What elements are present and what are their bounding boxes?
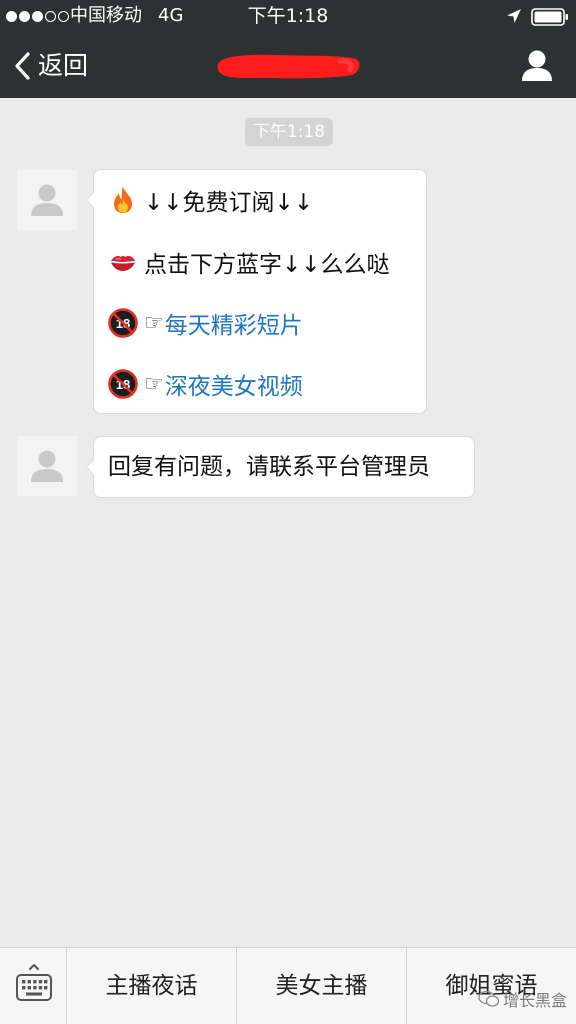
menu-item-beauty-anchor[interactable]: 美女主播	[236, 948, 406, 1024]
pointing-hand-icon: ☞	[144, 371, 164, 397]
message-bubble[interactable]: 回复有问题，请联系平台管理员	[86, 436, 475, 498]
keyboard-icon	[16, 964, 52, 1001]
profile-icon[interactable]	[519, 48, 555, 84]
message-timestamp: 下午1:18	[245, 118, 333, 146]
avatar[interactable]	[17, 170, 77, 230]
menu-item-anchor-night-talk[interactable]: 主播夜话	[66, 948, 236, 1024]
location-arrow-icon	[507, 9, 521, 23]
chevron-left-icon	[15, 52, 30, 80]
no-under-18-icon: 18	[108, 369, 138, 399]
wechat-icon	[478, 990, 500, 1007]
keyboard-toggle-button[interactable]	[0, 948, 66, 1024]
watermark: 增长黑盒	[478, 983, 567, 1015]
status-time: 下午1:18	[247, 5, 329, 27]
message-line: ↓↓免费订阅↓↓	[108, 182, 313, 218]
message-line: 点击下方蓝字↓↓么么哒	[108, 244, 390, 280]
avatar[interactable]	[17, 436, 77, 496]
no-under-18-icon: 18	[108, 308, 138, 338]
battery-icon	[531, 8, 568, 26]
link-daily-clips[interactable]: 每天精彩短片	[165, 306, 303, 340]
bubble-tail	[86, 459, 94, 475]
back-label: 返回	[38, 51, 89, 80]
redaction-mark	[217, 54, 360, 79]
watermark-text: 增长黑盒	[503, 991, 568, 1010]
default-avatar-icon	[31, 184, 63, 216]
message-line: 18 ☞ 深夜美女视频	[108, 366, 303, 402]
message-line: 18 ☞ 每天精彩短片	[108, 305, 303, 341]
message-text: 回复有问题，请联系平台管理员	[108, 454, 430, 480]
pointing-hand-icon: ☞	[144, 310, 164, 336]
kiss-mark-icon	[111, 256, 135, 271]
default-avatar-icon	[31, 450, 63, 482]
message-line-text: 点击下方蓝字↓↓么么哒	[144, 252, 390, 278]
bubble-tail	[86, 192, 94, 208]
message-line-text: ↓↓免费订阅↓↓	[144, 190, 314, 216]
fire-icon	[114, 187, 132, 213]
message-bubble[interactable]: ↓↓免费订阅↓↓ 点击下方蓝字↓↓么么哒 18 ☞ 每天精彩短片 18 ☞ 深夜…	[86, 169, 427, 414]
back-button[interactable]: 返回	[12, 48, 88, 84]
status-bar: 中国移动 4G 下午1:18	[0, 0, 576, 34]
nav-bar: 返回	[0, 34, 576, 98]
link-late-night-video[interactable]: 深夜美女视频	[165, 367, 303, 401]
